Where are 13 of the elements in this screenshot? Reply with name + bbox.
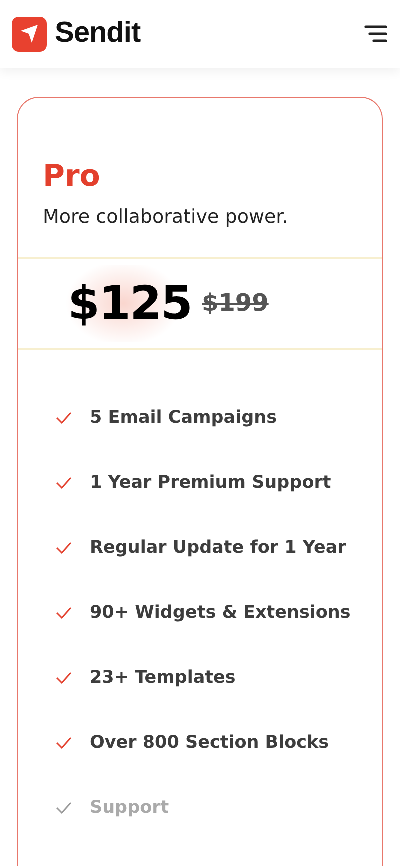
plan-tagline: More collaborative power. <box>43 205 290 230</box>
feature-label: Support <box>90 796 170 820</box>
feature-label: 23+ Templates <box>90 666 236 690</box>
feature-label: 1 Year Premium Support <box>90 472 332 495</box>
plan-name: Pro <box>43 160 102 193</box>
feature-label: 5 Email Campaigns <box>90 406 277 430</box>
brand-name[interactable]: Sendit <box>55 12 141 56</box>
feature-label: 90+ Widgets & Extensions <box>90 602 351 625</box>
menu-icon[interactable] <box>364 24 388 44</box>
logo-icon <box>12 16 47 52</box>
feature-label: Over 800 Section Blocks <box>90 732 330 755</box>
old-price: $199 <box>202 288 269 319</box>
feature-label: Regular Update for 1 Year <box>90 536 346 560</box>
